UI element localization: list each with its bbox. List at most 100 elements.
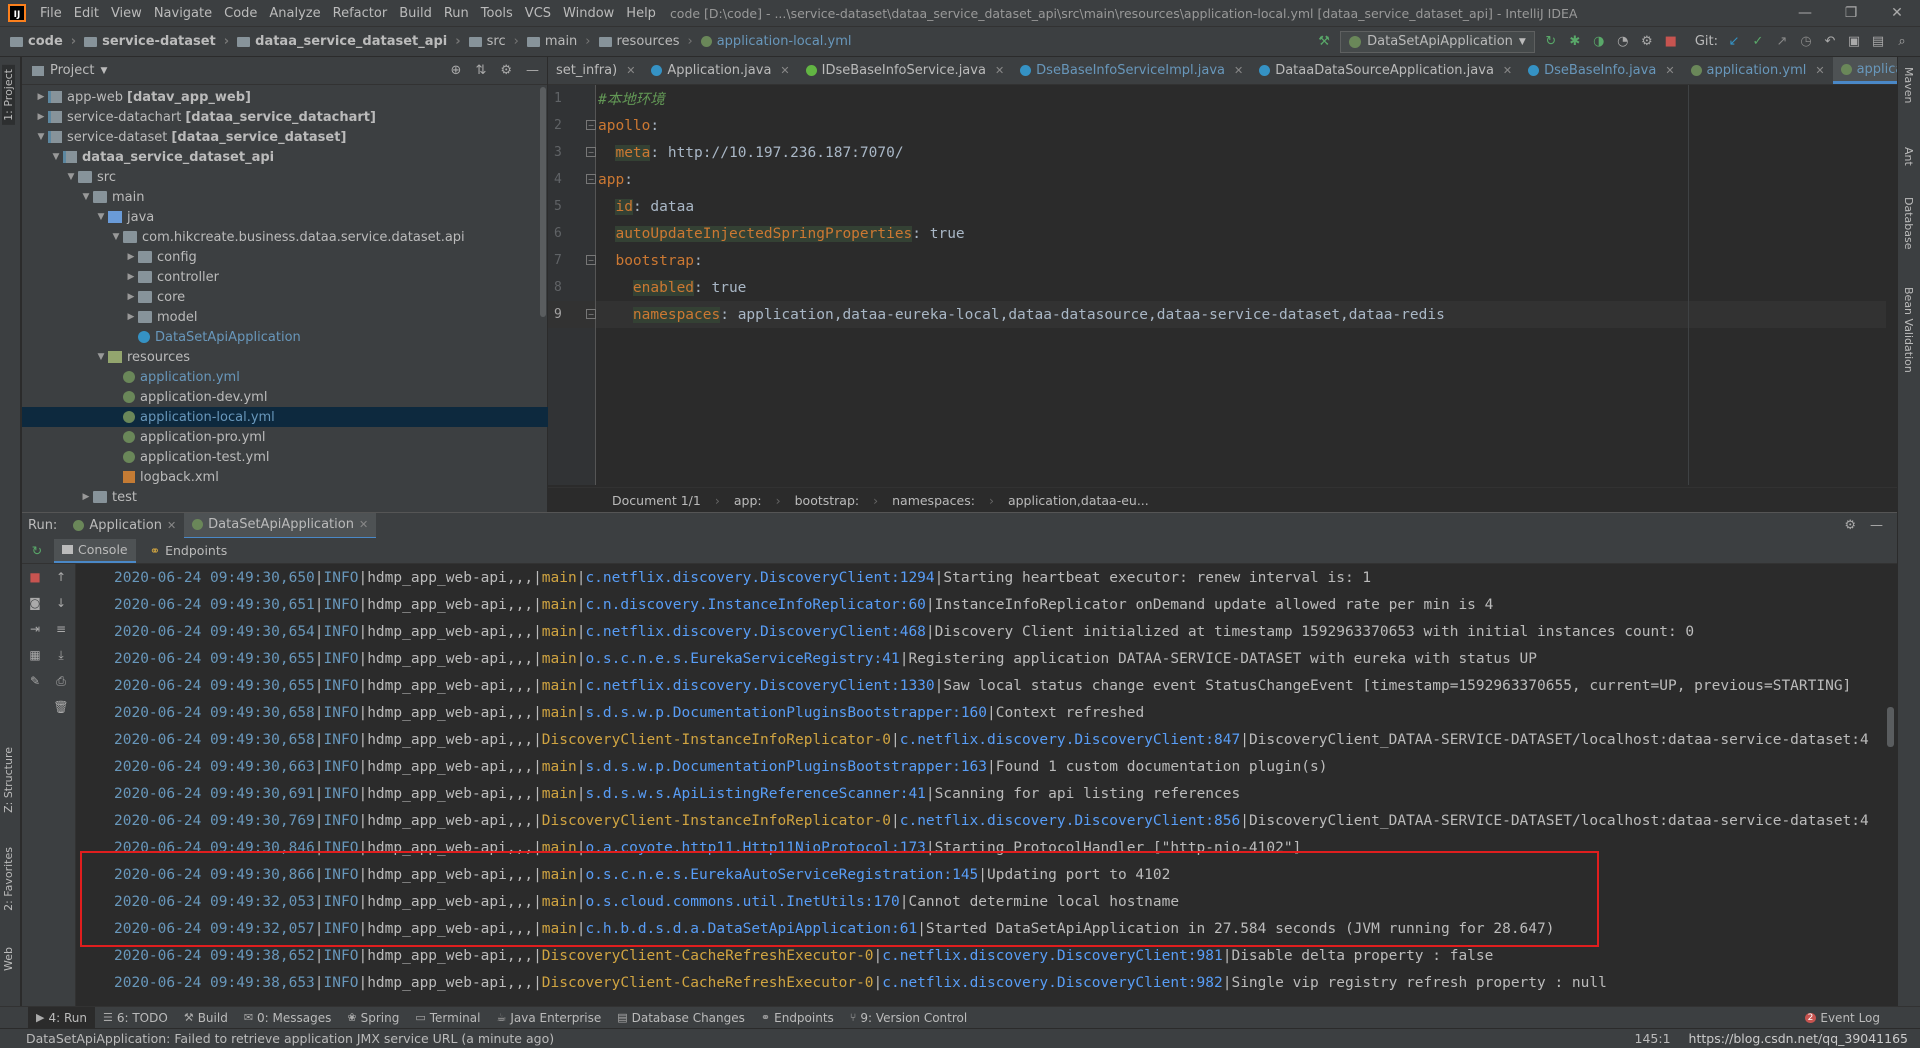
tree-node[interactable]: application-pro.yml bbox=[22, 427, 548, 447]
breadcrumb-item[interactable]: main › bbox=[523, 34, 595, 49]
favorites-tool-tab[interactable]: 2: Favorites bbox=[2, 847, 15, 911]
pin-icon[interactable]: ✎ bbox=[22, 668, 48, 694]
gear-icon[interactable]: ⚙ bbox=[1844, 518, 1856, 533]
tree-node[interactable]: ▼ service-dataset [dataa_service_dataset] bbox=[22, 127, 548, 147]
layout-icon[interactable]: ▤ bbox=[1870, 34, 1886, 50]
editor-tab[interactable]: application-local.yml✕ bbox=[1832, 57, 1897, 84]
tree-node[interactable]: application-local.yml bbox=[22, 407, 548, 427]
git-rollback-icon[interactable]: ↶ bbox=[1822, 34, 1838, 50]
scroll-to-end-icon[interactable]: ⤓ bbox=[48, 642, 74, 668]
camera-icon[interactable]: ◙ bbox=[22, 590, 48, 616]
menu-code[interactable]: Code bbox=[218, 6, 263, 21]
endpoints-tab[interactable]: ⚭ Endpoints bbox=[142, 539, 236, 563]
fold-marker-icon[interactable]: − bbox=[586, 120, 596, 130]
menu-tools[interactable]: Tools bbox=[475, 6, 519, 21]
expanded-arrow-icon[interactable]: ▼ bbox=[64, 172, 78, 182]
editor-breadcrumb-item[interactable]: Document 1/1 bbox=[612, 493, 701, 508]
expanded-arrow-icon[interactable]: ▼ bbox=[109, 232, 123, 242]
project-structure-icon[interactable]: ▣ bbox=[1846, 34, 1862, 50]
run-tab[interactable]: Application ✕ bbox=[65, 513, 184, 539]
tool-window-button[interactable]: ✉ 0: Messages bbox=[236, 1007, 340, 1029]
editor-tab[interactable]: DataaDataSourceApplication.java ✕ bbox=[1251, 57, 1520, 84]
collapsed-arrow-icon[interactable]: ▶ bbox=[124, 252, 138, 262]
git-history-icon[interactable]: ◷ bbox=[1798, 34, 1814, 50]
fold-marker-icon[interactable]: − bbox=[586, 255, 596, 265]
close-window-button[interactable]: ✕ bbox=[1874, 5, 1920, 21]
stop-icon[interactable]: ■ bbox=[22, 564, 48, 590]
console-scrollbar[interactable] bbox=[1887, 707, 1894, 747]
menu-analyze[interactable]: Analyze bbox=[263, 6, 326, 21]
editor-breadcrumb-item[interactable]: namespaces: bbox=[892, 493, 975, 508]
tree-node[interactable]: DataSetApiApplication bbox=[22, 327, 548, 347]
collapsed-arrow-icon[interactable]: ▶ bbox=[124, 292, 138, 302]
tree-node[interactable]: ▶ model bbox=[22, 307, 548, 327]
search-icon[interactable]: ⌕ bbox=[1894, 34, 1910, 50]
code-area[interactable]: #本地环境 apollo: meta: http://10.197.236.187… bbox=[596, 85, 1886, 485]
tool-window-button[interactable]: ⚒ Build bbox=[176, 1007, 236, 1029]
breadcrumb-item[interactable]: resources › bbox=[595, 34, 697, 49]
editor-tab[interactable]: DseBaseInfo.java ✕ bbox=[1520, 57, 1682, 84]
tool-window-button[interactable]: ▭ Terminal bbox=[407, 1007, 488, 1029]
menu-edit[interactable]: Edit bbox=[68, 6, 105, 21]
tree-node[interactable]: application-dev.yml bbox=[22, 387, 548, 407]
expanded-arrow-icon[interactable]: ▼ bbox=[94, 212, 108, 222]
rerun-icon[interactable]: ↻ bbox=[1543, 34, 1559, 50]
editor-breadcrumb-item[interactable]: application,dataa-eu... bbox=[1008, 493, 1149, 508]
menu-help[interactable]: Help bbox=[620, 6, 662, 21]
expanded-arrow-icon[interactable]: ▼ bbox=[94, 352, 108, 362]
minimize-button[interactable]: — bbox=[1782, 5, 1828, 21]
maven-tool-tab[interactable]: Maven bbox=[1902, 67, 1915, 103]
project-scrollbar[interactable] bbox=[540, 87, 546, 317]
log-class-link[interactable]: c.netflix.discovery.DiscoveryClient:981 bbox=[882, 948, 1222, 964]
expanded-arrow-icon[interactable]: ▼ bbox=[34, 132, 48, 142]
event-log-button[interactable]: Event Log bbox=[1820, 1011, 1880, 1025]
stop-icon[interactable]: ■ bbox=[1663, 34, 1679, 50]
log-class-link[interactable]: c.netflix.discovery.DiscoveryClient:856 bbox=[900, 813, 1240, 829]
tree-node[interactable]: application-test.yml bbox=[22, 447, 548, 467]
exit-icon[interactable]: ⇥ bbox=[22, 616, 48, 642]
coverage-icon[interactable]: ◑ bbox=[1591, 34, 1607, 50]
attach-icon[interactable]: ⚙ bbox=[1639, 34, 1655, 50]
menu-view[interactable]: View bbox=[105, 6, 148, 21]
menu-build[interactable]: Build bbox=[393, 6, 438, 21]
soft-wrap-icon[interactable]: ≡ bbox=[48, 616, 74, 642]
gear-icon[interactable]: ⚙ bbox=[500, 63, 512, 78]
console-tab[interactable]: Console bbox=[54, 538, 136, 563]
git-push-icon[interactable]: ↗ bbox=[1774, 34, 1790, 50]
editor-tab[interactable]: IDseBaseInfoService.java ✕ bbox=[798, 57, 1013, 84]
tool-window-button[interactable]: ☕ Java Enterprise bbox=[488, 1007, 609, 1029]
log-class-link[interactable]: c.netflix.discovery.DiscoveryClient:982 bbox=[882, 975, 1222, 991]
tree-node[interactable]: ▶ app-web [datav_app_web] bbox=[22, 87, 548, 107]
close-tab-icon[interactable]: ✕ bbox=[1815, 64, 1824, 77]
up-arrow-icon[interactable]: ↑ bbox=[48, 564, 74, 590]
tree-node[interactable]: ▼ java bbox=[22, 207, 548, 227]
profile-icon[interactable]: ◔ bbox=[1615, 34, 1631, 50]
trash-icon[interactable]: 🗑 bbox=[48, 694, 74, 720]
log-class-link[interactable]: c.netflix.discovery.DiscoveryClient:1330 bbox=[585, 678, 934, 694]
menu-refactor[interactable]: Refactor bbox=[327, 6, 394, 21]
hide-icon[interactable]: — bbox=[526, 63, 539, 78]
print-icon[interactable]: ⎙ bbox=[48, 668, 74, 694]
editor-tab[interactable]: application.yml ✕ bbox=[1683, 57, 1833, 84]
tree-node[interactable]: ▼ src bbox=[22, 167, 548, 187]
tree-node[interactable]: ▼ main bbox=[22, 187, 548, 207]
collapse-all-icon[interactable]: ⇅ bbox=[475, 63, 486, 78]
tree-node[interactable]: ▶ test bbox=[22, 487, 548, 507]
fold-marker-icon[interactable]: − bbox=[586, 309, 596, 319]
bean-validation-tool-tab[interactable]: Bean Validation bbox=[1902, 287, 1915, 373]
collapsed-arrow-icon[interactable]: ▶ bbox=[34, 92, 48, 102]
menu-vcs[interactable]: VCS bbox=[519, 6, 557, 21]
log-class-link[interactable]: c.netflix.discovery.DiscoveryClient:1294 bbox=[585, 570, 934, 586]
maximize-button[interactable]: ❐ bbox=[1828, 5, 1874, 21]
menu-window[interactable]: Window bbox=[557, 6, 620, 21]
tree-node[interactable]: application.yml bbox=[22, 367, 548, 387]
collapsed-arrow-icon[interactable]: ▶ bbox=[124, 272, 138, 282]
tree-node[interactable]: ▼ resources bbox=[22, 347, 548, 367]
menu-navigate[interactable]: Navigate bbox=[148, 6, 218, 21]
expanded-arrow-icon[interactable]: ▼ bbox=[79, 192, 93, 202]
down-arrow-icon[interactable]: ↓ bbox=[48, 590, 74, 616]
web-tool-tab[interactable]: Web bbox=[2, 947, 15, 971]
breadcrumb-item[interactable]: service-dataset › bbox=[80, 34, 233, 49]
close-tab-icon[interactable]: ✕ bbox=[780, 64, 789, 77]
tree-node[interactable]: logback.xml bbox=[22, 467, 548, 487]
